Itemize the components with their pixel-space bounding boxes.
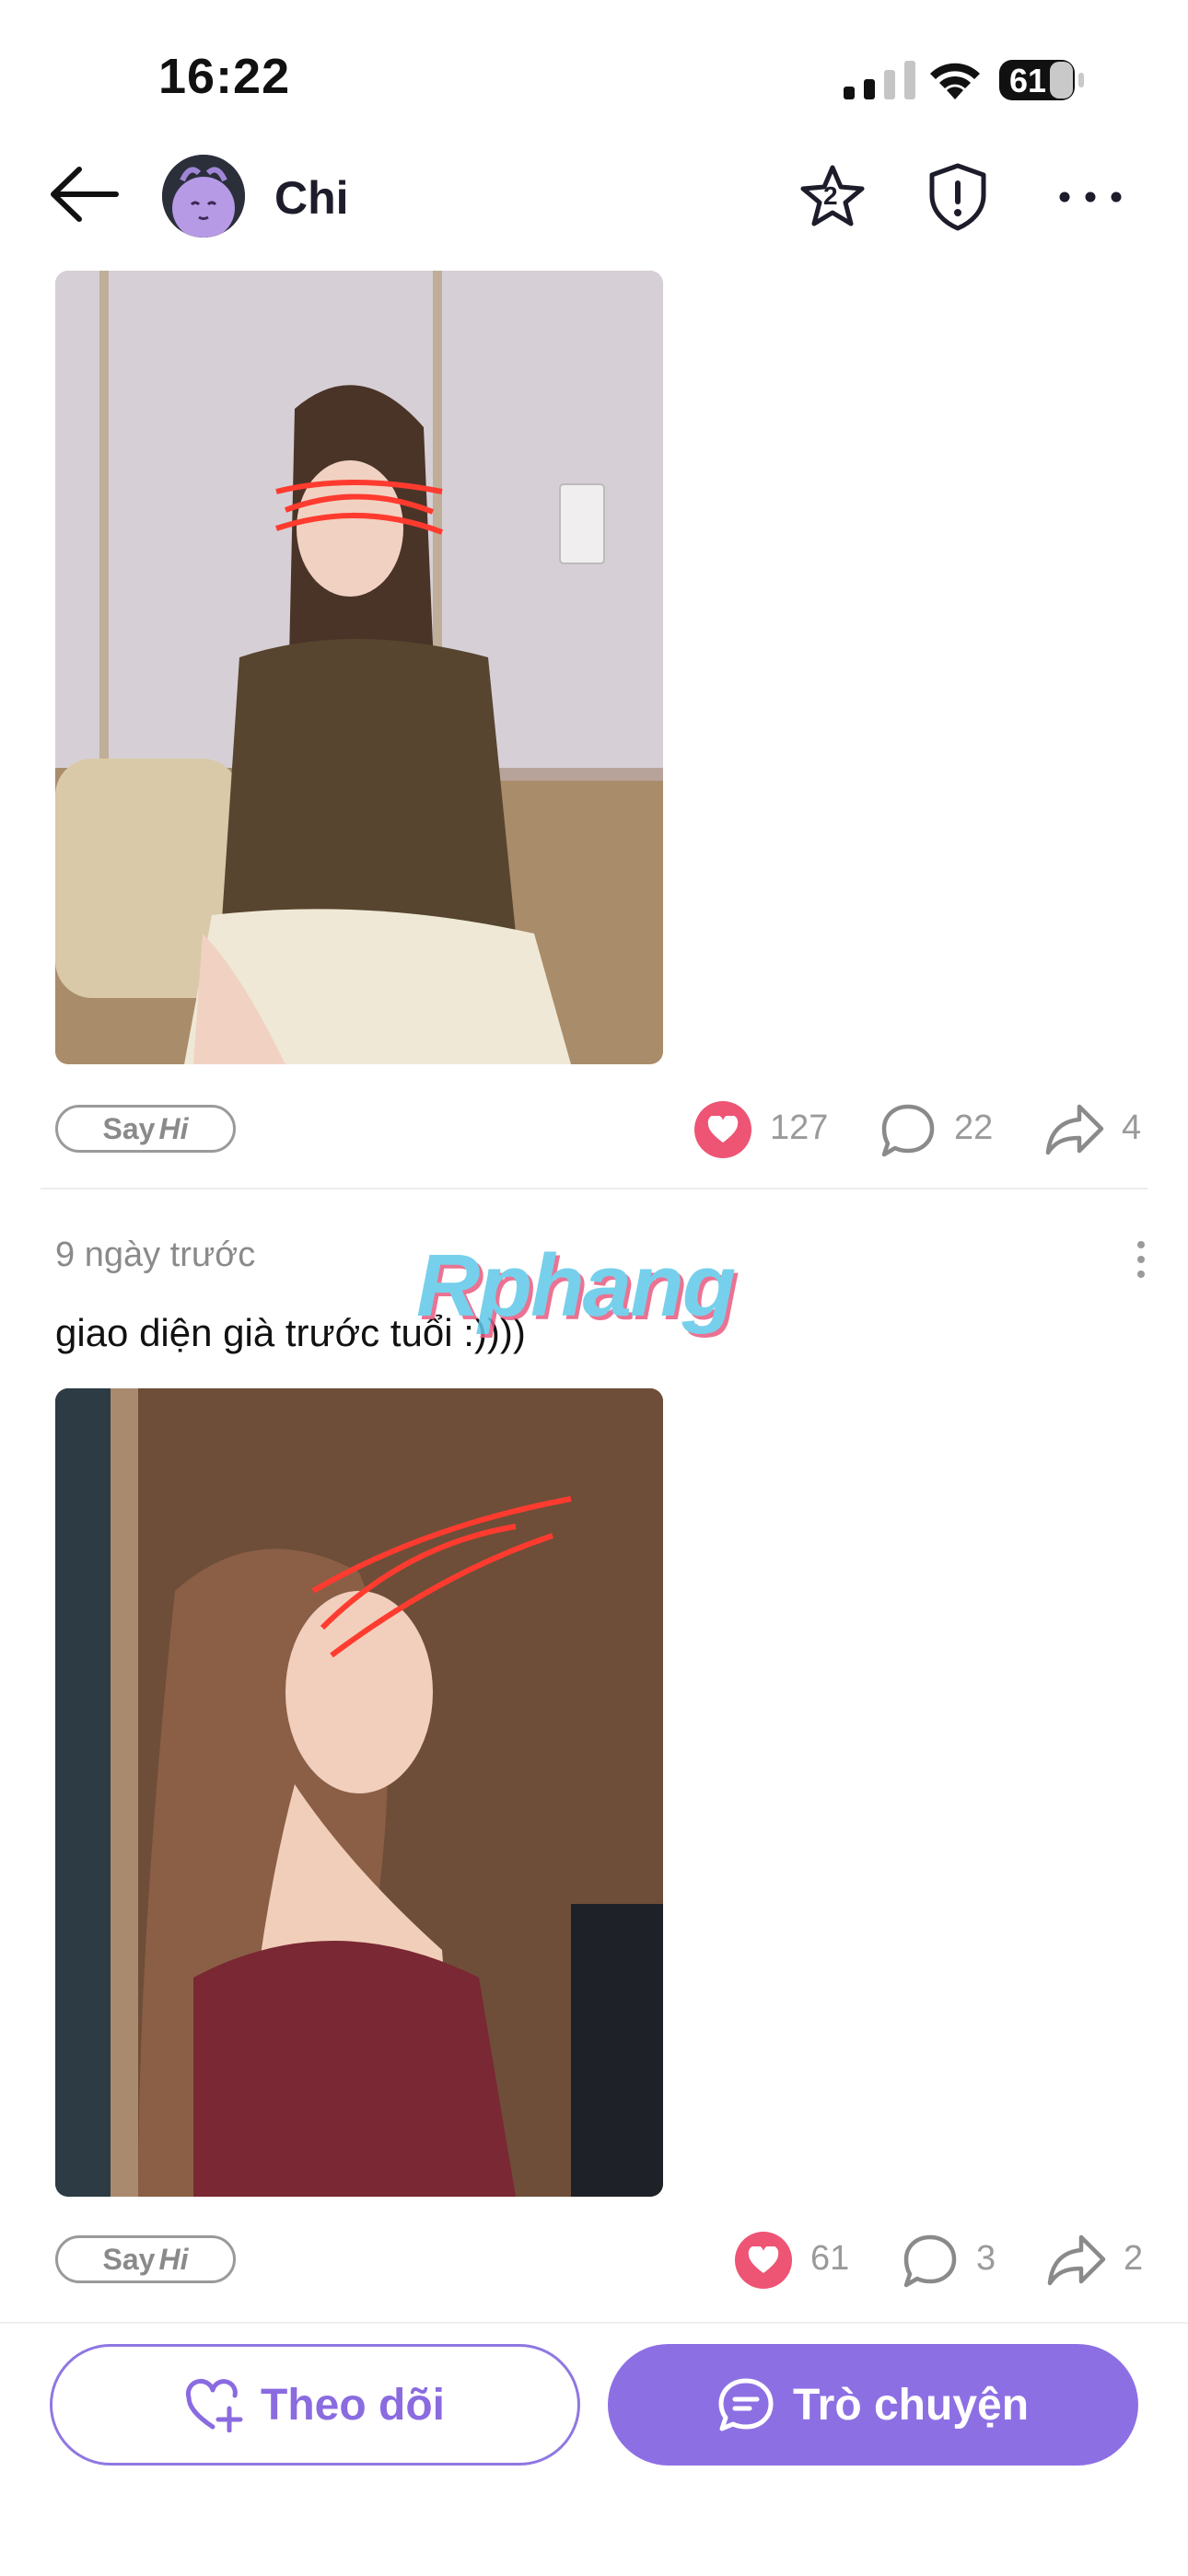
status-time: 16:22: [158, 49, 291, 104]
post-photo[interactable]: [55, 1388, 663, 2197]
back-arrow-icon[interactable]: [48, 162, 122, 226]
heart-plus-icon: [185, 2378, 243, 2432]
heart-icon: [748, 2246, 779, 2273]
post-more-options-icon[interactable]: [1135, 1239, 1147, 1280]
share-icon[interactable]: [1046, 2232, 1107, 2287]
share-icon[interactable]: [1044, 1101, 1105, 1156]
battery-icon: 61: [998, 57, 1087, 103]
like-button[interactable]: [694, 1101, 751, 1158]
comment-count: 22: [954, 1108, 994, 1147]
watermark-logo: Rphang: [416, 1236, 736, 1335]
comment-icon[interactable]: [903, 2234, 958, 2289]
comment-count: 3: [976, 2239, 996, 2278]
more-options-icon[interactable]: [1055, 180, 1125, 214]
post-divider: [41, 1188, 1147, 1189]
avatar[interactable]: [162, 155, 245, 238]
star-rating-button[interactable]: 2: [798, 162, 868, 232]
sayhi-button[interactable]: Say Hi: [55, 1105, 236, 1153]
chat-bubble-icon: [718, 2378, 774, 2431]
report-shield-icon[interactable]: [925, 162, 991, 232]
sayhi-suffix: Hi: [158, 2242, 189, 2276]
chat-button[interactable]: Trò chuyện: [608, 2344, 1138, 2466]
sayhi-button[interactable]: Say Hi: [55, 2235, 236, 2283]
like-count: 127: [770, 1108, 829, 1147]
follow-label: Theo dõi: [261, 2380, 445, 2430]
sayhi-prefix: Say: [102, 2242, 156, 2276]
wifi-icon: [930, 63, 980, 99]
share-count: 4: [1122, 1108, 1142, 1147]
cellular-signal-icon: [844, 61, 915, 99]
comment-icon[interactable]: [880, 1103, 936, 1158]
battery-level: 61: [1009, 62, 1047, 99]
star-badge-number: 2: [823, 181, 838, 210]
like-button[interactable]: [735, 2232, 792, 2289]
share-count: 2: [1124, 2239, 1144, 2278]
follow-button[interactable]: Theo dõi: [50, 2344, 580, 2466]
post-photo[interactable]: [55, 271, 663, 1064]
sayhi-suffix: Hi: [158, 1111, 189, 1145]
sayhi-prefix: Say: [102, 1111, 156, 1145]
like-count: 61: [810, 2239, 850, 2278]
profile-username[interactable]: Chi: [274, 171, 349, 225]
chat-label: Trò chuyện: [792, 2380, 1030, 2430]
post-timestamp: 9 ngày trước: [55, 1236, 256, 1274]
heart-icon: [707, 1116, 739, 1143]
